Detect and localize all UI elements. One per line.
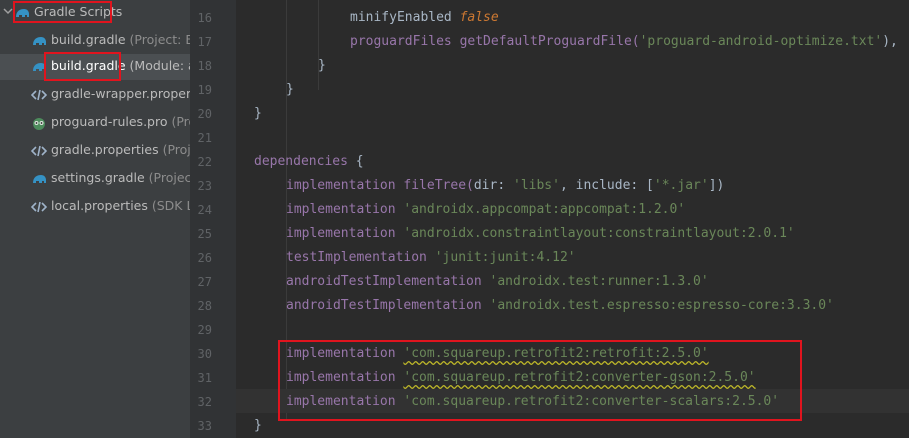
code-line-17: proguardFiles getDefaultProguardFile('pr… <box>350 34 898 49</box>
line-number: 33 <box>197 419 212 433</box>
line-number: 29 <box>197 323 212 337</box>
owl-icon <box>33 118 45 130</box>
highlight-box-gradle-scripts <box>13 1 112 23</box>
line-number: 26 <box>197 251 212 265</box>
tree-item-label: gradle-wrapper.properties <box>51 86 190 101</box>
tree-item-gradle-properties[interactable]: gradle.properties (Project P <box>0 138 190 164</box>
line-number: 16 <box>197 11 212 25</box>
line-number: 25 <box>197 227 212 241</box>
code-tag-icon <box>31 145 47 157</box>
project-tree: Gradle Scripts build.gradle (Project: Ex… <box>0 0 190 438</box>
line-number: 19 <box>197 83 212 97</box>
tree-item-label: build.gradle <box>51 32 126 47</box>
line-number: 32 <box>197 395 212 409</box>
code-line-22: dependencies { <box>254 154 364 169</box>
line-number: 17 <box>197 35 212 49</box>
line-number: 24 <box>197 203 212 217</box>
tree-item-settings-gradle[interactable]: settings.gradle (Project Se <box>0 166 190 192</box>
code-tag-icon <box>31 89 47 101</box>
elephant-icon <box>33 37 46 45</box>
line-number: 27 <box>197 275 212 289</box>
code-line-26: testImplementation 'junit:junit:4.12' <box>286 250 576 265</box>
line-number: 20 <box>197 107 212 121</box>
code-line-18: } <box>318 58 326 73</box>
tree-item-local-properties[interactable]: local.properties (SDK Loca <box>0 194 190 220</box>
code-editor[interactable]: minifyEnabled false proguardFiles getDef… <box>236 0 909 438</box>
code-line-27: androidTestImplementation 'androidx.test… <box>286 274 709 289</box>
chevron-down-icon[interactable] <box>3 6 13 16</box>
tree-item-label: gradle.properties <box>51 142 159 157</box>
tree-item-label: proguard-rules.pro <box>51 114 168 129</box>
code-line-33: } <box>254 418 262 433</box>
tree-item-hint: (Module: app) <box>129 58 190 73</box>
line-number: 22 <box>197 155 212 169</box>
code-line-16: minifyEnabled false <box>350 10 499 25</box>
tree-item-label: settings.gradle <box>51 170 145 185</box>
line-number: 23 <box>197 179 212 193</box>
tree-item-gradle-wrapper-properties[interactable]: gradle-wrapper.properties <box>0 82 190 108</box>
line-number: 28 <box>197 299 212 313</box>
code-line-20: } <box>254 106 262 121</box>
highlight-box-build-gradle <box>44 52 121 81</box>
line-number: 18 <box>197 59 212 73</box>
tree-item-build-gradle-project[interactable]: build.gradle (Project: Exam <box>0 28 190 54</box>
tree-item-hint: (Project: Exam <box>129 32 190 47</box>
line-number-gutter: 16 17 18 19 20 21 22 23 24 25 26 27 28 2… <box>190 0 236 438</box>
tree-item-hint: (Project Se <box>148 170 190 185</box>
elephant-icon <box>33 175 46 183</box>
code-line-25: implementation 'androidx.constraintlayou… <box>286 226 795 241</box>
highlight-box-retrofit-dependencies <box>278 340 802 421</box>
code-line-23: implementation fileTree(dir: 'libs', inc… <box>286 178 725 193</box>
code-line-28: androidTestImplementation 'androidx.test… <box>286 298 834 313</box>
tree-item-hint: (ProGu <box>171 114 190 129</box>
line-number: 31 <box>197 371 212 385</box>
line-number: 21 <box>197 131 212 145</box>
code-tag-icon <box>31 201 47 213</box>
tree-item-hint: (SDK Loca <box>151 198 190 213</box>
tree-item-label: local.properties <box>51 198 148 213</box>
tree-item-proguard-rules[interactable]: proguard-rules.pro (ProGu <box>0 110 190 136</box>
tree-item-hint: (Project P <box>162 142 190 157</box>
line-number: 30 <box>197 347 212 361</box>
code-line-19: } <box>286 82 294 97</box>
code-line-24: implementation 'androidx.appcompat:appco… <box>286 202 686 217</box>
